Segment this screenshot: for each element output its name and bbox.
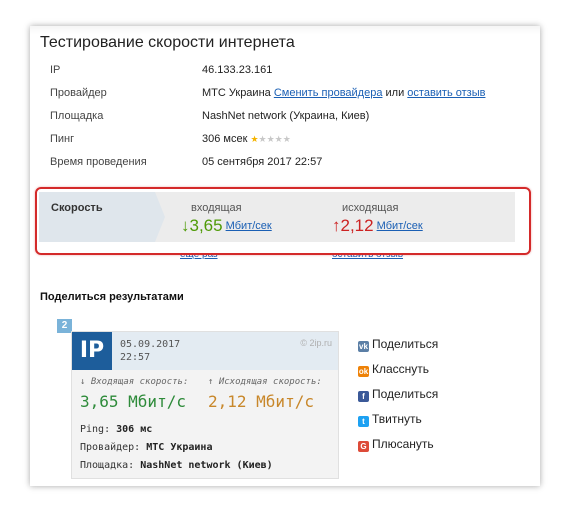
card-incoming-value: 3,65 Мбит/с (80, 392, 186, 411)
leave-review-link[interactable]: оставить отзыв (407, 87, 485, 99)
info-label: Провайдер (50, 87, 107, 99)
card-header: IP 05.09.2017 22:57 © 2ip.ru (72, 332, 338, 370)
info-label: Площадка (50, 110, 104, 122)
share-button-label: Поделиться (372, 337, 439, 351)
change-provider-link[interactable]: Сменить провайдера (274, 87, 383, 99)
card-ping-label: Ping: (80, 424, 111, 435)
card-ping-line: Ping: 306 мс (80, 424, 152, 435)
card-outgoing-value: 2,12 Мбит/с (208, 392, 314, 411)
card-provider-line: Провайдер: МТС Украина (80, 442, 212, 453)
info-label: Пинг (50, 133, 75, 145)
share-title: Поделиться результатами (40, 291, 184, 303)
card-site-mark: © 2ip.ru (300, 338, 332, 348)
card-provider-label: Провайдер: (80, 442, 141, 453)
card-site-line: Площадка: NashNet network (Киев) (80, 460, 273, 471)
ip-logo: IP (72, 332, 112, 370)
info-label: Время проведения (50, 156, 147, 168)
twitter-icon: t (358, 416, 369, 427)
highlight-frame (35, 187, 531, 255)
separator-text: или (385, 87, 405, 99)
card-incoming-label: ↓ Входящая скорость: (80, 377, 189, 387)
ping-value: 306 мсек (202, 133, 248, 145)
share-facebook-button[interactable]: f Поделиться (358, 387, 438, 402)
share-odnoklassniki-button[interactable]: ok Класснуть (358, 362, 429, 377)
time-value: 05 сентября 2017 22:57 (202, 156, 323, 168)
facebook-icon: f (358, 391, 369, 402)
card-outgoing-label: ↑ Исходящая скорость: (208, 377, 322, 387)
card-ping-value: 306 мс (116, 424, 153, 435)
site-value: NashNet network (Украина, Киев) (202, 110, 370, 122)
ping-rating-stars: ★★★★★ (250, 134, 291, 144)
share-button-label: Поделиться (372, 387, 439, 401)
card-site-value: NashNet network (Киев) (140, 460, 273, 471)
share-button-label: Твитнуть (372, 412, 422, 426)
card-site-label: Площадка: (80, 460, 135, 471)
ip-value: 46.133.23.161 (202, 64, 273, 76)
card-date: 05.09.2017 (120, 339, 181, 350)
share-button-label: Плюсануть (372, 437, 434, 451)
provider-value: МТС Украина (202, 87, 271, 99)
share-google-plus-button[interactable]: G Плюсануть (358, 437, 434, 452)
share-button-label: Класснуть (372, 362, 430, 376)
card-time: 22:57 (120, 352, 151, 363)
card-number-badge: 2 (57, 319, 72, 333)
odnoklassniki-icon: ok (358, 366, 369, 377)
info-label: IP (50, 64, 61, 76)
share-vk-button[interactable]: vk Поделиться (358, 337, 438, 352)
page-title: Тестирование скорости интернета (40, 34, 295, 51)
result-card: IP 05.09.2017 22:57 © 2ip.ru ↓ Входящая … (71, 331, 339, 479)
share-twitter-button[interactable]: t Твитнуть (358, 412, 422, 427)
results-panel: Тестирование скорости интернета IP 46.13… (30, 26, 540, 486)
card-provider-value: МТС Украина (146, 442, 213, 453)
vk-icon: vk (358, 341, 369, 352)
google-plus-icon: G (358, 441, 369, 452)
